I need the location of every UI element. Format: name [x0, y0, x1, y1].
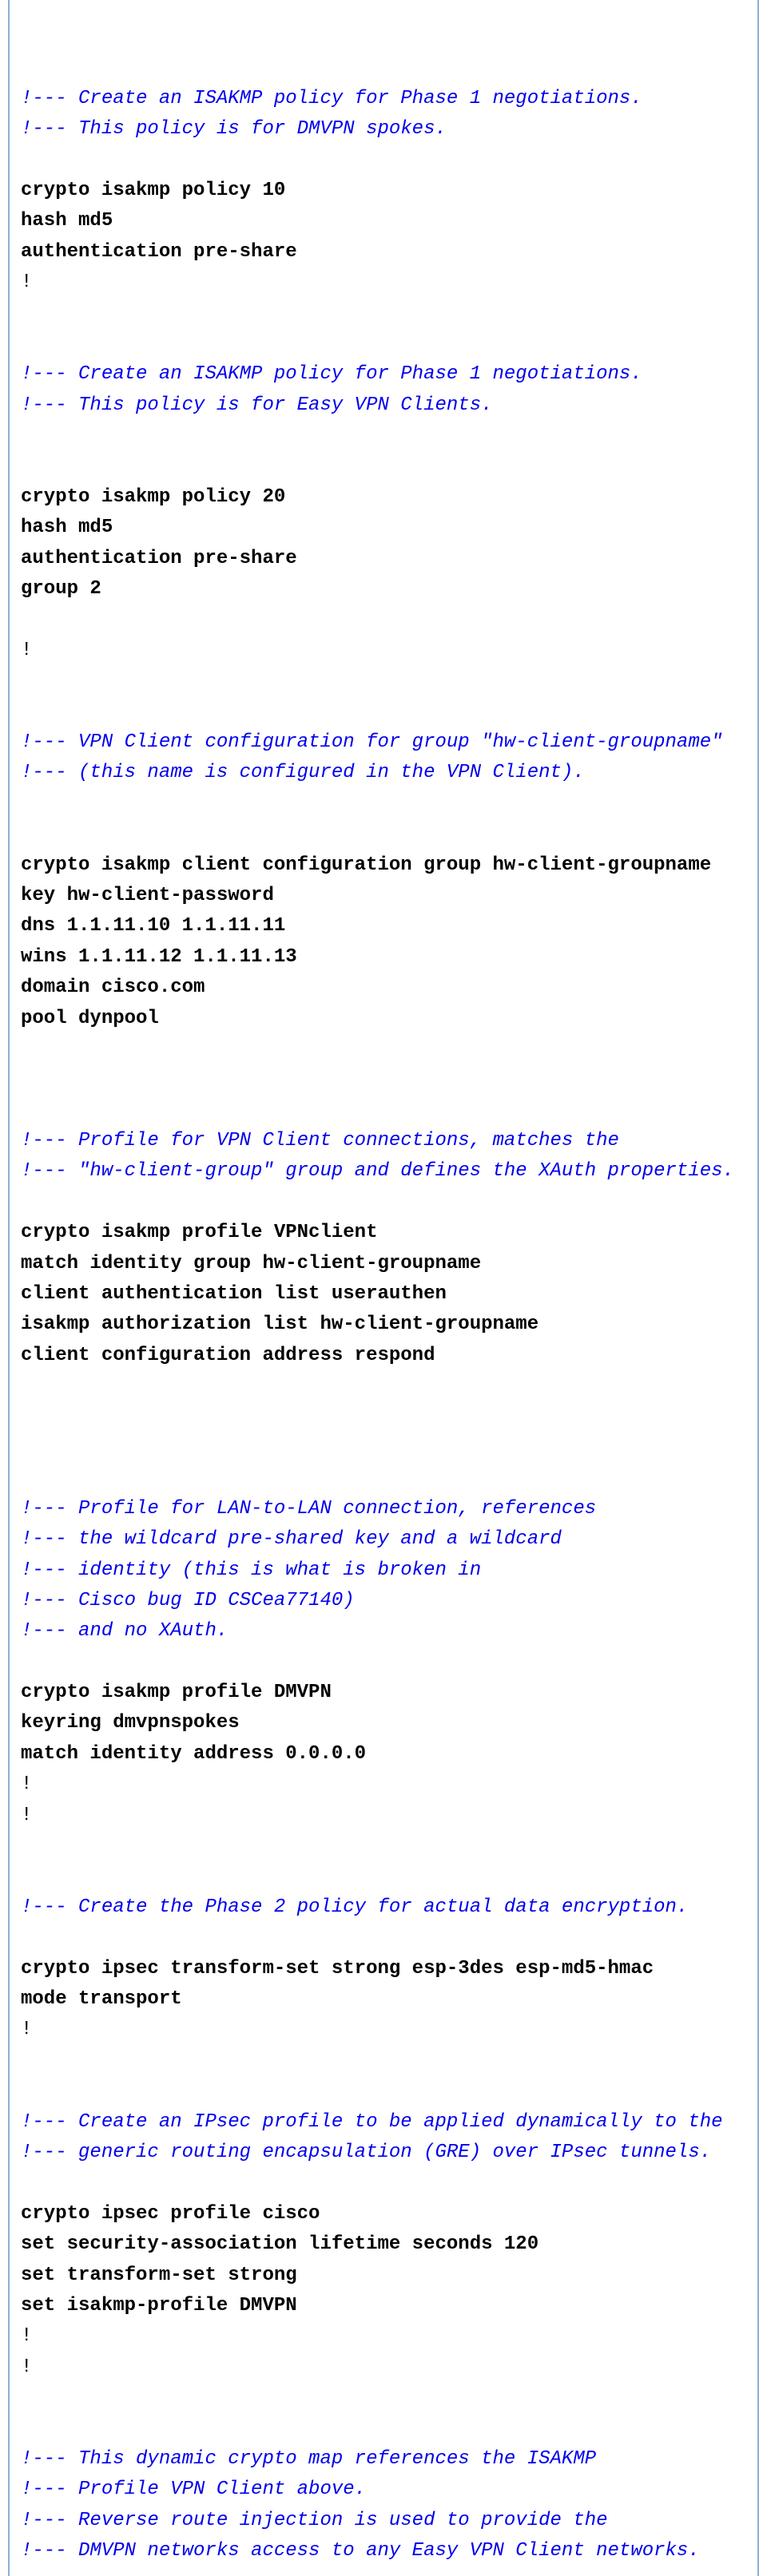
comment-line: !--- DMVPN networks access to any Easy V… — [21, 2540, 700, 2562]
config-line: crypto isakmp policy 20 — [21, 486, 285, 508]
config-line: ! — [21, 640, 32, 661]
config-code-block: !--- Create an ISAKMP policy for Phase 1… — [21, 22, 746, 2566]
comment-line: !--- generic routing encapsulation (GRE)… — [21, 2142, 711, 2163]
config-line: set transform-set strong — [21, 2265, 297, 2286]
comment-line: !--- and no XAuth. — [21, 1620, 228, 1642]
config-line: pool dynpool — [21, 1008, 159, 1029]
config-line: crypto ipsec transform-set strong esp-3d… — [21, 1958, 654, 1980]
config-line: client configuration address respond — [21, 1345, 435, 1366]
comment-line: !--- Cisco bug ID CSCea77140) — [21, 1590, 355, 1611]
comment-line: !--- Reverse route injection is used to … — [21, 2510, 608, 2531]
config-line: ! — [21, 1805, 32, 1826]
config-line: ! — [21, 2019, 32, 2040]
comment-line: !--- Create an IPsec profile to be appli… — [21, 2111, 723, 2133]
config-line: hash md5 — [21, 517, 113, 538]
config-line: crypto isakmp profile DMVPN — [21, 1682, 332, 1703]
comment-line: !--- This policy is for DMVPN spokes. — [21, 118, 447, 140]
config-line: ! — [21, 271, 32, 293]
config-line: crypto ipsec profile cisco — [21, 2203, 320, 2225]
config-line: domain cisco.com — [21, 977, 205, 998]
config-line: authentication pre-share — [21, 241, 297, 263]
comment-line: !--- Profile for VPN Client connections,… — [21, 1130, 619, 1151]
config-line: group 2 — [21, 578, 101, 600]
config-line: set isakmp-profile DMVPN — [21, 2295, 297, 2316]
config-line: isakmp authorization list hw-client-grou… — [21, 1314, 538, 1335]
config-line: mode transport — [21, 1988, 182, 2010]
comment-line: !--- Create the Phase 2 policy for actua… — [21, 1896, 688, 1918]
comment-line: !--- Profile for LAN-to-LAN connection, … — [21, 1498, 596, 1520]
config-line: hash md5 — [21, 210, 113, 232]
config-line: crypto isakmp profile VPNclient — [21, 1222, 377, 1243]
config-line: crypto isakmp client configuration group… — [21, 854, 711, 876]
config-line: ! — [21, 2356, 32, 2378]
comment-line: !--- the wildcard pre-shared key and a w… — [21, 1528, 562, 1550]
config-line: crypto isakmp policy 10 — [21, 180, 285, 201]
comment-line: !--- This dynamic crypto map references … — [21, 2448, 596, 2470]
config-line: wins 1.1.11.12 1.1.11.13 — [21, 946, 297, 968]
config-line: authentication pre-share — [21, 548, 297, 569]
config-line: client authentication list userauthen — [21, 1283, 447, 1305]
comment-line: !--- "hw-client-group" group and defines… — [21, 1160, 734, 1182]
config-line: match identity address 0.0.0.0 — [21, 1743, 366, 1765]
config-line: keyring dmvpnspokes — [21, 1712, 240, 1734]
comment-line: !--- Create an ISAKMP policy for Phase 1… — [21, 363, 642, 385]
comment-line: !--- (this name is configured in the VPN… — [21, 762, 585, 783]
comment-line: !--- Create an ISAKMP policy for Phase 1… — [21, 88, 642, 109]
comment-line: !--- Profile VPN Client above. — [21, 2479, 366, 2500]
config-line: ! — [21, 2325, 32, 2347]
config-line: ! — [21, 1773, 32, 1795]
config-line: match identity group hw-client-groupname — [21, 1253, 481, 1274]
comment-line: !--- identity (this is what is broken in — [21, 1559, 481, 1581]
config-line: key hw-client-password — [21, 885, 274, 906]
comment-line: !--- This policy is for Easy VPN Clients… — [21, 394, 493, 416]
config-line: dns 1.1.11.10 1.1.11.11 — [21, 915, 285, 937]
config-line: set security-association lifetime second… — [21, 2233, 538, 2255]
comment-line: !--- VPN Client configuration for group … — [21, 731, 723, 753]
